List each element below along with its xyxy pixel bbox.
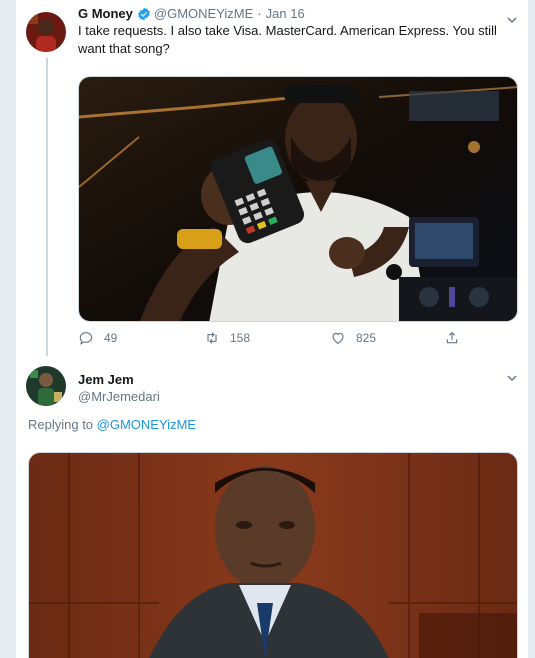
comment-icon [79,332,93,345]
heart-icon [332,332,344,344]
retweet-action[interactable]: 158 [204,330,250,346]
chevron-down-icon[interactable] [506,372,518,384]
like-action[interactable]: 825 [330,330,376,346]
author-name[interactable]: G Money [78,6,133,21]
retweet-icon [207,332,217,344]
thread-connector [46,58,48,356]
tweet-date[interactable]: Jan 16 [266,6,305,21]
retweet-count: 158 [230,331,251,345]
tweet-header: G Money @GMONEYizME · Jan 16 [78,6,305,21]
tweet-thread-card: G Money @GMONEYizME · Jan 16 I take requ… [15,0,529,658]
reply-media-image[interactable] [28,452,518,658]
photo-courtroom [29,453,517,658]
like-count: 825 [356,331,377,345]
tweet-text: I take requests. I also take Visa. Maste… [78,23,497,56]
replying-to-line: Replying to @GMONEYizME [28,417,196,432]
reply-count: 49 [104,331,118,345]
tweet-media-image[interactable] [78,76,518,322]
avatar-gmoney[interactable] [26,12,66,52]
avatar-jemjem[interactable] [26,366,66,406]
reply-author-name[interactable]: Jem Jem [78,372,134,387]
share-action[interactable] [444,330,470,346]
replying-to-mention[interactable]: @GMONEYizME [97,417,196,432]
tweet-actions: 49 158 825 [78,330,458,350]
reply-action[interactable]: 49 [78,330,117,346]
meta-separator: · [257,6,262,21]
share-icon [446,331,458,344]
author-handle[interactable]: @GMONEYizME [154,6,253,21]
reply-author-handle[interactable]: @MrJemedari [78,389,160,404]
verified-badge-icon [138,7,150,20]
replying-prefix: Replying to [28,417,94,432]
photo-payment-terminal [79,77,517,321]
